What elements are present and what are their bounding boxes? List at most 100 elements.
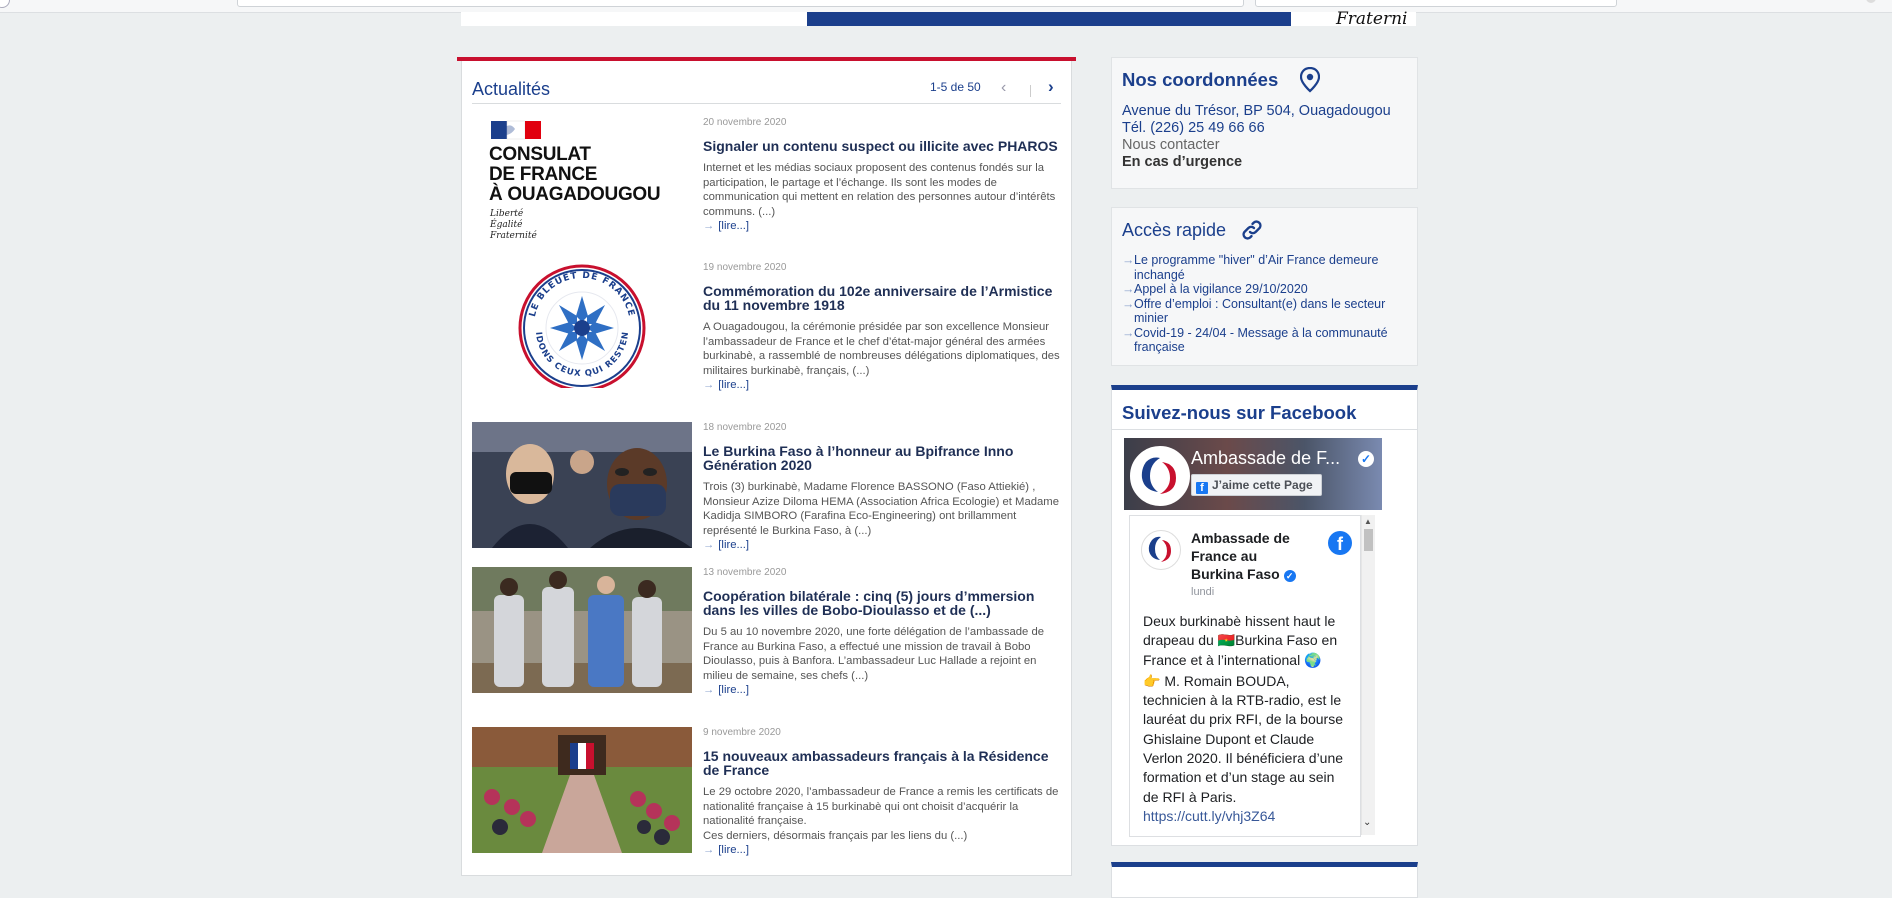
article-title[interactable]: Signaler un contenu suspect ou illicite … [703,139,1063,153]
facebook-page-cover[interactable]: Ambassade de F... ✓ f J’aime cette Page [1124,438,1382,510]
contact-us-link[interactable]: Nous contacter [1122,137,1412,154]
arrow-right-icon: → [1122,282,1135,296]
article-body: 9 novembre 2020 15 nouveaux ambassadeurs… [703,727,1063,857]
bleuet-thumb[interactable]: LE BLEUET DE FRANCE AIDONS CEUX QUI REST… [472,262,692,388]
like-page-button[interactable]: f J’aime cette Page [1191,474,1322,496]
article-date: 13 novembre 2020 [703,567,787,578]
verified-badge-icon: ✓ [1283,570,1296,582]
contact-title: Nos coordonnées [1122,69,1279,90]
consulat-line-3: À OUAGADOUGOU [489,184,661,205]
header-motto: Fraterni [1336,9,1408,29]
browser-menu-icon[interactable] [1866,0,1876,3]
bleuet-de-france-icon: LE BLEUET DE FRANCE AIDONS CEUX QUI REST… [472,262,646,388]
embassy-logo-icon [1130,446,1190,506]
news-panel: Actualités 1-5 de 50 ‹ › CONSULAT DE FRA… [457,57,1076,876]
news-pager-count: 1-5 de 50 [930,80,981,94]
scroll-thumb[interactable] [1364,529,1373,551]
article-excerpt: Du 5 au 10 novembre 2020, une forte délé… [703,626,1045,682]
article-title[interactable]: Le Burkina Faso à l’honneur au Bpifrance… [703,444,1063,472]
consulat-line-2: DE FRANCE [489,164,598,185]
quick-access-link[interactable]: Offre d’emploi : Consultant(e) dans le s… [1134,297,1385,326]
residence-photo [472,727,692,853]
read-more-link[interactable]: → [lire...] [703,843,1063,857]
browser-back-icon[interactable] [0,0,10,8]
arrow-right-icon: → [703,379,715,391]
header-blue-band [807,12,1291,26]
article-excerpt: Internet et les médias sociaux proposent… [703,162,1056,218]
post-link[interactable]: https://cutt.ly/vhj3Z64 [1143,808,1275,824]
site-header-strip: Fraterni [461,9,1416,29]
bpifrance-photo [472,422,692,548]
read-more-label: [lire...] [718,539,750,551]
quick-access-item[interactable]: → Offre d’emploi : Consultant(e) dans le … [1122,297,1407,326]
news-title[interactable]: Actualités [472,79,550,100]
read-more-link[interactable]: → [lire...] [703,378,1063,392]
quick-access-link[interactable]: Le programme "hiver" d’Air France demeur… [1134,253,1378,282]
browser-search-field[interactable] [1255,0,1617,7]
post-scrollbar[interactable]: ▲ ⌄ [1361,515,1375,835]
facebook-page-name[interactable]: Ambassade de F... [1191,448,1340,469]
embassy-avatar-icon[interactable] [1141,530,1181,570]
quick-access-link[interactable]: Covid-19 - 24/04 - Message à la communau… [1134,326,1388,355]
post-time[interactable]: lundi [1191,586,1214,598]
article-body: 18 novembre 2020 Le Burkina Faso à l’hon… [703,422,1063,552]
map-pin-icon [1300,67,1320,93]
post-author[interactable]: Ambassade de France au Burkina Faso ✓ [1191,529,1301,583]
emergency-link[interactable]: En cas d’urgence [1122,154,1412,171]
cooperation-photo [472,567,692,693]
quick-access-item[interactable]: → Le programme "hiver" d’Air France demeu… [1122,253,1407,282]
facebook-logo-icon[interactable]: f [1328,531,1352,555]
motto-liberte: Liberté [490,209,524,219]
arrow-right-icon: → [703,844,715,856]
read-more-link[interactable]: → [lire...] [703,219,1063,233]
article-date: 18 novembre 2020 [703,422,787,433]
scroll-up-icon[interactable]: ▲ [1364,517,1372,526]
read-more-label: [lire...] [718,220,750,232]
read-more-link[interactable]: → [lire...] [703,538,1063,552]
article-title[interactable]: Coopération bilatérale : cinq (5) jours … [703,589,1063,617]
arrow-right-icon: → [703,220,715,232]
post-message: Deux burkinabè hissent haut le drapeau d… [1143,612,1348,826]
quick-access-box: Accès rapide → Le programme "hiver" d’Air… [1111,207,1418,366]
pager-next-icon[interactable]: › [1048,78,1054,95]
facebook-box: Suivez-nous sur Facebook Ambassade de F.… [1111,385,1418,846]
article-date: 9 novembre 2020 [703,727,781,738]
news-article: CONSULAT DE FRANCE À OUAGADOUGOU Liberté… [472,117,1061,257]
article-date: 19 novembre 2020 [703,262,787,273]
motto-fraternite: Fraternité [490,231,537,241]
contact-phone[interactable]: Tél. (226) 25 49 66 66 [1122,120,1412,137]
cooperation-photo-thumb[interactable] [472,567,692,693]
arrow-right-icon: → [703,684,715,696]
scroll-down-icon[interactable]: ⌄ [1363,817,1371,828]
news-article: 13 novembre 2020 Coopération bilatérale … [472,567,1061,717]
article-body: 20 novembre 2020 Signaler un contenu sus… [703,117,1063,233]
contact-address[interactable]: Avenue du Trésor, BP 504, Ouagadougou [1122,103,1412,120]
article-excerpt: A Ouagadougou, la cérémonie présidée par… [703,321,1060,377]
facebook-title: Suivez-nous sur Facebook [1122,402,1357,423]
article-excerpt: Le 29 octobre 2020, l’ambassadeur de Fra… [703,786,1059,842]
quick-access-title: Accès rapide [1122,220,1227,240]
article-title[interactable]: 15 nouveaux ambassadeurs français à la R… [703,749,1063,777]
quick-access-item[interactable]: → Appel à la vigilance 29/10/2020 [1122,282,1407,297]
verified-badge-icon: ✓ [1358,451,1374,467]
quick-access-item[interactable]: → Covid-19 - 24/04 - Message à la communa… [1122,326,1407,355]
arrow-right-icon: → [1122,253,1135,267]
next-sidebar-box [1111,862,1418,898]
news-header: Actualités 1-5 de 50 ‹ › [472,69,1061,104]
read-more-label: [lire...] [718,684,750,696]
read-more-link[interactable]: → [lire...] [703,683,1063,697]
article-date: 20 novembre 2020 [703,117,787,128]
read-more-label: [lire...] [718,844,750,856]
address-bar[interactable] [237,0,1244,7]
residence-photo-thumb[interactable] [472,727,692,853]
facebook-divider [1112,429,1417,430]
bpifrance-photo-thumb[interactable] [472,422,692,548]
quick-access-link[interactable]: Appel à la vigilance 29/10/2020 [1134,282,1308,296]
news-article: LE BLEUET DE FRANCE AIDONS CEUX QUI REST… [472,262,1061,412]
motto-egalite: Égalité [490,220,523,230]
pager-prev-icon[interactable]: ‹ [1001,80,1006,96]
article-body: 13 novembre 2020 Coopération bilatérale … [703,567,1063,697]
article-title[interactable]: Commémoration du 102e anniversaire de l’… [703,284,1063,312]
consulat-logo-thumb[interactable]: CONSULAT DE FRANCE À OUAGADOUGOU Liberté… [472,117,692,243]
news-article: 18 novembre 2020 Le Burkina Faso à l’hon… [472,422,1061,562]
